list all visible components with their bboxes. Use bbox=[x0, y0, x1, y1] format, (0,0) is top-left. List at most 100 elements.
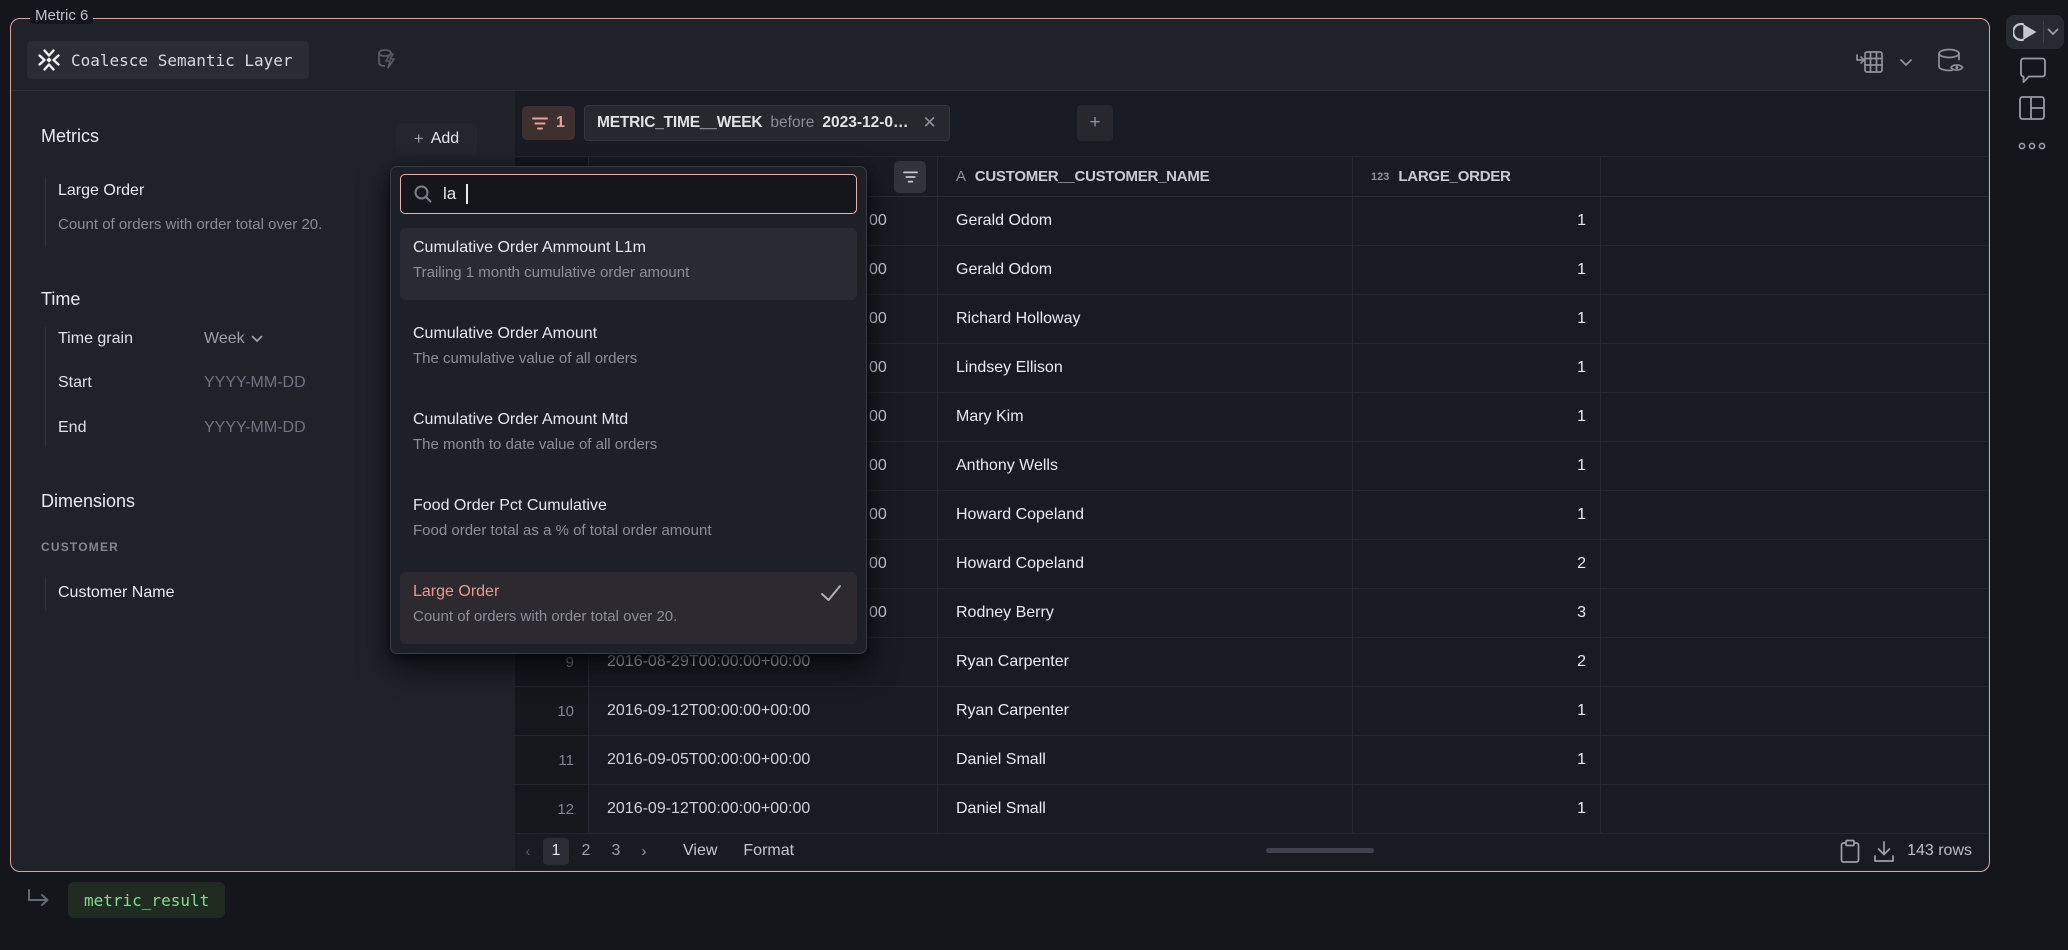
download-icon[interactable] bbox=[1872, 839, 1896, 864]
large-order-cell: 3 bbox=[1353, 589, 1601, 637]
comment-icon[interactable] bbox=[2018, 57, 2048, 84]
dimensions-heading: Dimensions bbox=[41, 491, 135, 512]
search-input[interactable]: la bbox=[400, 174, 857, 214]
close-icon[interactable]: ✕ bbox=[923, 113, 937, 133]
database-eye-icon[interactable] bbox=[1935, 47, 1969, 77]
run-button-group[interactable] bbox=[2006, 15, 2064, 49]
time-grain-select[interactable]: Week bbox=[204, 330, 263, 348]
dropdown-item[interactable]: Food Order Pct Cumulative Food order tot… bbox=[400, 486, 857, 558]
large-order-cell: 1 bbox=[1353, 491, 1601, 539]
return-arrow-icon bbox=[26, 888, 52, 912]
column-filter-button[interactable] bbox=[894, 161, 926, 193]
add-label: Add bbox=[431, 130, 459, 148]
table-row[interactable]: 10 2016-09-12T00:00:00+00:00 Ryan Carpen… bbox=[515, 687, 1988, 736]
metric-search-dropdown: la Cumulative Order Ammount L1m Trailing… bbox=[390, 166, 867, 654]
start-date-input[interactable]: YYYY-MM-DD bbox=[204, 374, 306, 392]
filler-cell bbox=[1601, 589, 1988, 637]
filler-cell bbox=[1601, 344, 1988, 392]
customer-name-cell: Gerald Odom bbox=[938, 246, 1353, 294]
cell-legend: Metric 6 bbox=[30, 7, 93, 24]
text-type-icon: A bbox=[956, 168, 966, 185]
dropdown-item-description: Food order total as a % of total order a… bbox=[413, 522, 844, 539]
dropdown-item-description: Trailing 1 month cumulative order amount bbox=[413, 264, 844, 281]
panel-header: Coalesce Semantic Layer bbox=[11, 19, 1989, 91]
customer-name-cell: Richard Holloway bbox=[938, 295, 1353, 343]
dropdown-item[interactable]: Cumulative Order Ammount L1m Trailing 1 … bbox=[400, 228, 857, 300]
filler-cell bbox=[1601, 736, 1988, 784]
large-order-cell: 1 bbox=[1353, 785, 1601, 833]
filler-cell bbox=[1601, 687, 1988, 735]
add-filter-button[interactable]: + bbox=[1077, 105, 1113, 141]
empty-column-header bbox=[1601, 157, 1988, 196]
filter-chip[interactable]: METRIC_TIME__WEEK before 2023-12-0… ✕ bbox=[584, 105, 950, 141]
view-button[interactable]: View bbox=[683, 842, 717, 860]
filler-cell bbox=[1601, 246, 1988, 294]
dropdown-item-title: Cumulative Order Amount Mtd bbox=[413, 411, 844, 429]
filler-cell bbox=[1601, 491, 1988, 539]
end-date-input[interactable]: YYYY-MM-DD bbox=[204, 419, 306, 437]
horizontal-scrollbar[interactable] bbox=[1266, 848, 1374, 853]
dropdown-item[interactable]: Cumulative Order Amount The cumulative v… bbox=[400, 314, 857, 386]
filter-count: 1 bbox=[556, 114, 565, 132]
start-label: Start bbox=[58, 374, 92, 392]
layout-panels-icon[interactable] bbox=[2018, 95, 2046, 121]
ellipsis-icon[interactable] bbox=[2018, 142, 2048, 150]
source-chip[interactable]: Coalesce Semantic Layer bbox=[27, 41, 309, 79]
column-label: LARGE_ORDER bbox=[1398, 168, 1510, 185]
result-variable[interactable]: metric_result bbox=[68, 882, 225, 918]
divider bbox=[2043, 21, 2044, 43]
row-index: 11 bbox=[515, 736, 589, 784]
filler-cell bbox=[1601, 638, 1988, 686]
chevron-down-icon[interactable] bbox=[2047, 28, 2059, 36]
cell-toolbar bbox=[2002, 0, 2068, 950]
metric-item-name[interactable]: Large Order bbox=[58, 182, 144, 200]
page-button-3[interactable]: 3 bbox=[603, 838, 629, 865]
format-button[interactable]: Format bbox=[743, 842, 794, 860]
clipboard-icon[interactable] bbox=[1839, 839, 1861, 864]
chevron-down-icon bbox=[251, 335, 263, 343]
customer-name-cell: Lindsey Ellison bbox=[938, 344, 1353, 392]
search-icon bbox=[413, 184, 433, 204]
table-row[interactable]: 12 2016-09-12T00:00:00+00:00 Daniel Smal… bbox=[515, 785, 1988, 834]
dropdown-item[interactable]: Large Order Count of orders with order t… bbox=[400, 572, 857, 644]
large-order-cell: 1 bbox=[1353, 344, 1601, 392]
row-index: 12 bbox=[515, 785, 589, 833]
page-button-2[interactable]: 2 bbox=[573, 838, 599, 865]
filler-cell bbox=[1601, 295, 1988, 343]
table-import-icon[interactable] bbox=[1855, 48, 1885, 76]
customer-name-cell: Ryan Carpenter bbox=[938, 687, 1353, 735]
customer-name-cell: Ryan Carpenter bbox=[938, 638, 1353, 686]
metrics-heading: Metrics bbox=[41, 126, 99, 147]
text-caret bbox=[466, 184, 468, 204]
time-grain-value: Week bbox=[204, 330, 245, 348]
filter-value: 2023-12-0… bbox=[822, 114, 908, 132]
customer-name-column-header[interactable]: A CUSTOMER__CUSTOMER_NAME bbox=[938, 157, 1353, 196]
filter-icon bbox=[532, 117, 548, 130]
time-heading: Time bbox=[41, 289, 80, 310]
filter-count-badge[interactable]: 1 bbox=[522, 106, 575, 140]
dropdown-item[interactable]: Cumulative Order Amount Mtd The month to… bbox=[400, 400, 857, 472]
chevron-down-icon[interactable] bbox=[1899, 58, 1913, 67]
large-order-cell: 2 bbox=[1353, 540, 1601, 588]
filler-cell bbox=[1601, 785, 1988, 833]
page-button-1[interactable]: 1 bbox=[543, 838, 569, 865]
time-grain-label: Time grain bbox=[58, 330, 133, 348]
dimensions-guide bbox=[45, 577, 46, 611]
add-metric-button[interactable]: + Add bbox=[396, 123, 477, 154]
next-page-button[interactable]: › bbox=[631, 843, 657, 860]
dropdown-item-title: Large Order bbox=[413, 583, 844, 601]
customer-name-cell: Mary Kim bbox=[938, 393, 1353, 441]
coalesce-logo-icon bbox=[37, 48, 61, 72]
customer-name-cell: Anthony Wells bbox=[938, 442, 1353, 490]
run-icon[interactable] bbox=[2013, 21, 2039, 43]
customer-name-cell: Gerald Odom bbox=[938, 197, 1353, 245]
filter-operator: before bbox=[770, 114, 814, 132]
dropdown-item-title: Cumulative Order Ammount L1m bbox=[413, 239, 844, 257]
dimension-item[interactable]: Customer Name bbox=[58, 584, 174, 602]
database-lightning-icon[interactable] bbox=[373, 45, 401, 73]
prev-page-button[interactable]: ‹ bbox=[515, 843, 541, 860]
large-order-column-header[interactable]: 123 LARGE_ORDER bbox=[1353, 157, 1601, 196]
table-row[interactable]: 11 2016-09-05T00:00:00+00:00 Daniel Smal… bbox=[515, 736, 1988, 785]
large-order-cell: 1 bbox=[1353, 295, 1601, 343]
number-type-icon: 123 bbox=[1371, 171, 1389, 183]
